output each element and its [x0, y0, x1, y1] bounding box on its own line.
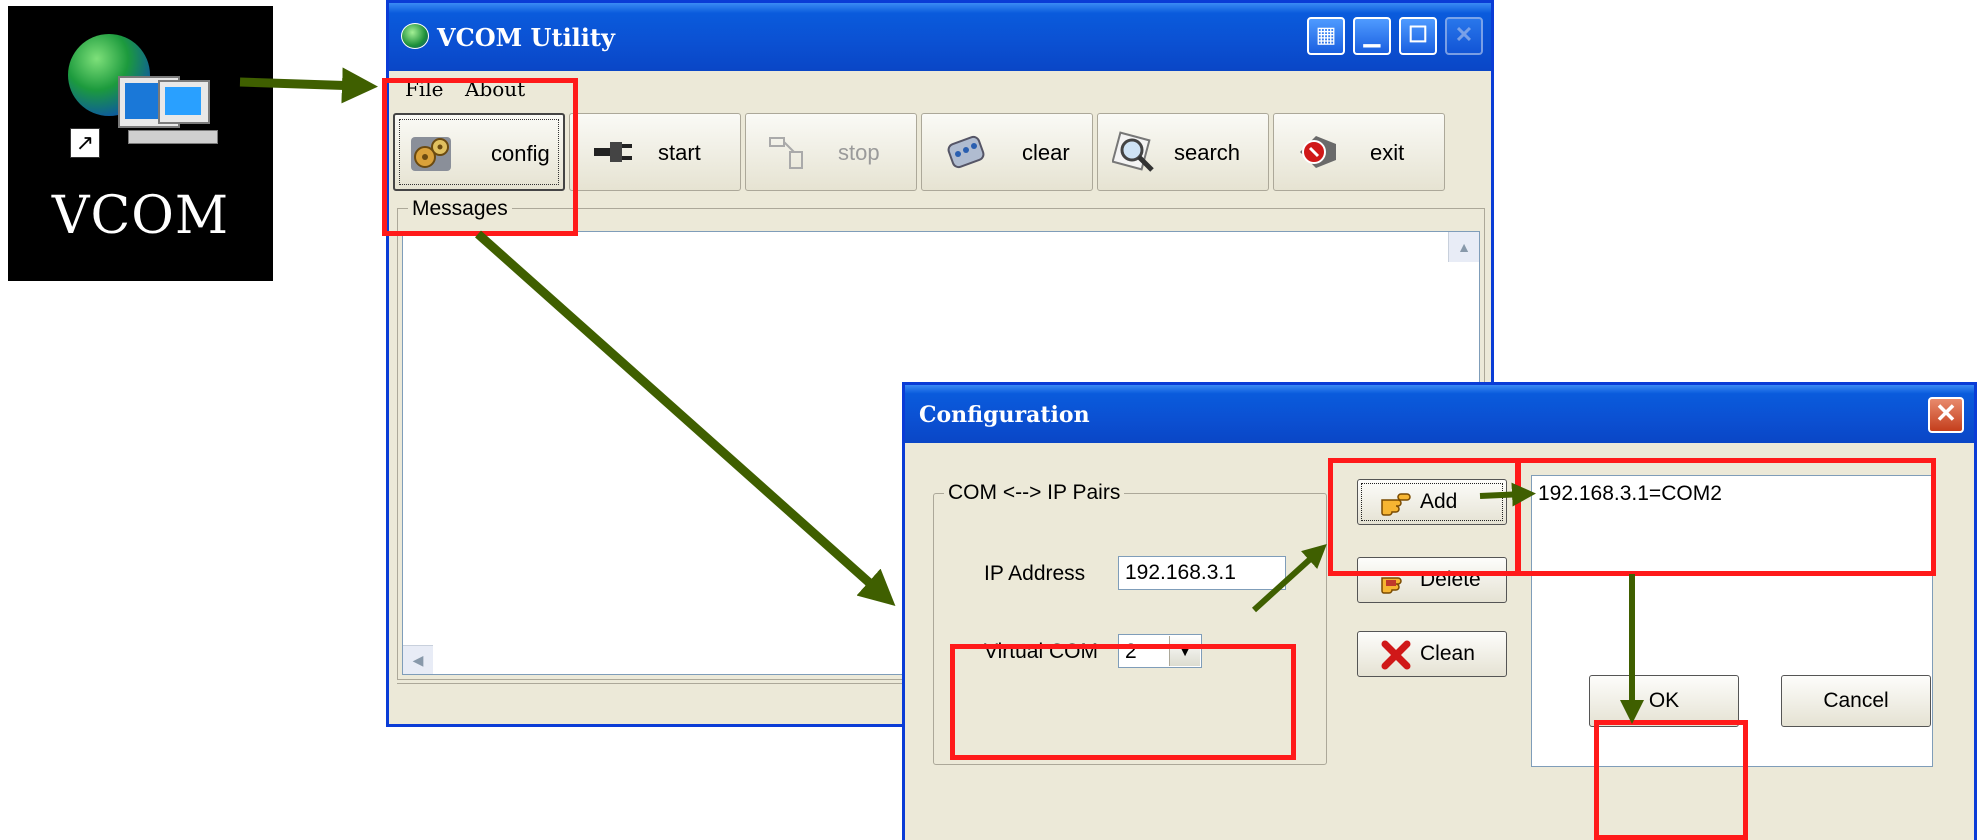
arrow-icon-to-window: [239, 67, 378, 104]
arrow-fields-to-add: [1251, 543, 1327, 613]
arrow-add-to-list: [1479, 482, 1536, 507]
annotation-arrows: [239, 67, 1644, 724]
arrow-config-to-dialog: [475, 230, 896, 606]
